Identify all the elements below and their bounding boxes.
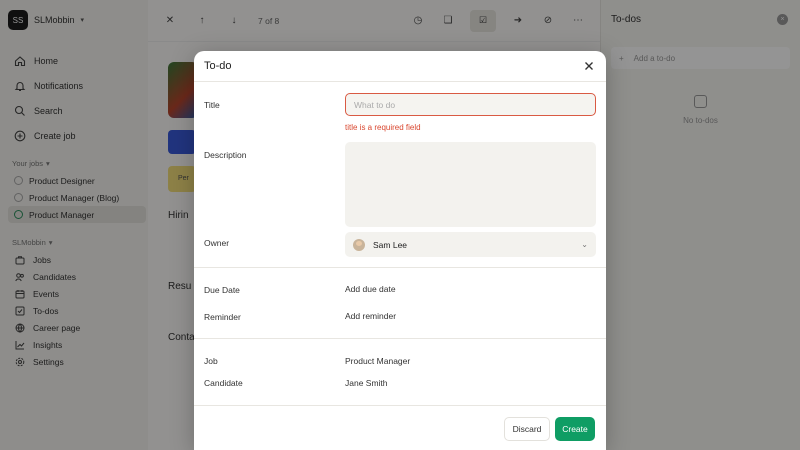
dialog-title: To-do <box>204 60 232 72</box>
description-field <box>345 142 596 229</box>
candidate-value: Jane Smith <box>345 378 388 388</box>
title-label: Title <box>204 100 220 110</box>
title-field <box>345 93 596 116</box>
dialog-footer: Discard Create <box>194 405 606 450</box>
job-label: Job <box>204 356 218 366</box>
divider <box>194 338 606 339</box>
close-icon[interactable] <box>582 59 596 73</box>
reminder-label: Reminder <box>204 312 241 322</box>
chevron-down-icon: ⌄ <box>581 240 588 249</box>
owner-field: Sam Lee ⌄ <box>345 232 596 257</box>
owner-select[interactable]: Sam Lee ⌄ <box>345 232 596 257</box>
create-button[interactable]: Create <box>555 417 595 441</box>
add-reminder-link[interactable]: Add reminder <box>345 311 596 321</box>
description-label: Description <box>204 150 247 160</box>
description-textarea[interactable] <box>345 142 596 227</box>
todo-dialog: To-do Title title is a required field De… <box>194 51 606 450</box>
add-due-date-link[interactable]: Add due date <box>345 284 596 294</box>
owner-label: Owner <box>204 238 230 248</box>
job-value: Product Manager <box>345 356 411 366</box>
divider <box>194 267 606 268</box>
title-input[interactable] <box>345 93 596 116</box>
avatar <box>353 238 365 251</box>
due-date-label: Due Date <box>204 285 240 295</box>
title-error: title is a required field <box>345 123 421 132</box>
discard-button[interactable]: Discard <box>504 417 550 441</box>
dialog-header: To-do <box>194 51 606 82</box>
owner-value: Sam Lee <box>373 239 408 250</box>
candidate-label: Candidate <box>204 378 243 388</box>
